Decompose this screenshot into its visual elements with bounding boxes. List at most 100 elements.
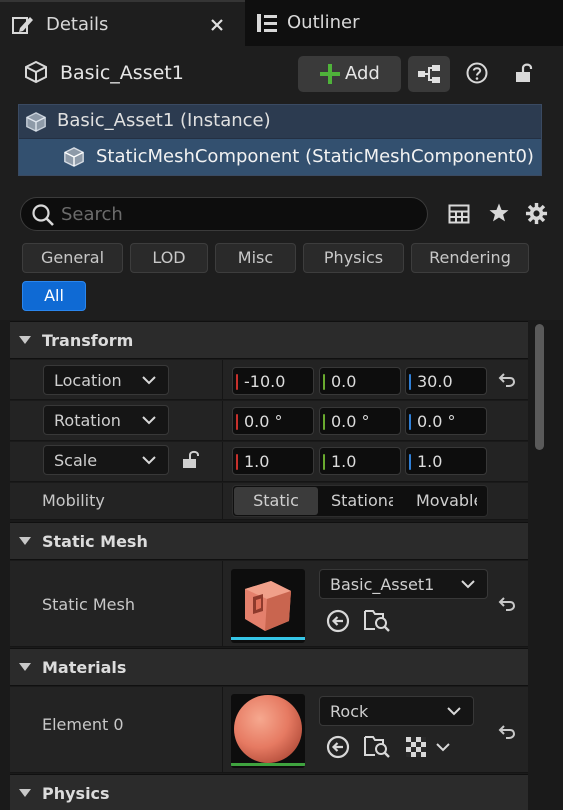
filter-all[interactable]: All — [22, 281, 86, 311]
search-box[interactable] — [20, 197, 428, 231]
table-view-icon[interactable] — [448, 203, 470, 225]
location-z-field[interactable]: 30.0 — [405, 367, 487, 395]
scale-x-field[interactable]: 1.0 — [232, 447, 314, 475]
unlock-icon[interactable] — [181, 450, 203, 470]
column-divider — [222, 360, 223, 399]
cube-icon — [25, 111, 47, 133]
scale-y-field[interactable]: 1.0 — [319, 447, 401, 475]
category-transform[interactable]: Transform — [10, 321, 528, 359]
filter-lod[interactable]: LOD — [130, 243, 208, 273]
x-axis-marker — [236, 374, 238, 390]
browse-asset-icon[interactable] — [363, 607, 391, 633]
collapse-icon — [19, 789, 31, 797]
scale-label: Scale — [54, 451, 98, 470]
mobility-movable-option[interactable]: Movable — [416, 486, 477, 516]
mobility-selector: Static Stationary Movable — [232, 485, 488, 517]
location-y-value: 0.0 — [331, 372, 357, 391]
plus-icon — [320, 64, 340, 84]
filter-misc[interactable]: Misc — [215, 243, 296, 273]
y-axis-marker — [323, 374, 325, 390]
chevron-down-icon — [142, 456, 156, 465]
tree-item-instance-label: Basic_Asset1 (Instance) — [57, 110, 271, 131]
rotation-x-value: 0.0 ° — [244, 412, 283, 431]
reset-to-default-icon[interactable] — [498, 372, 516, 388]
lock-icon[interactable] — [514, 62, 536, 84]
location-x-value: -10.0 — [244, 372, 286, 391]
filter-physics[interactable]: Physics — [303, 243, 404, 273]
use-selected-asset-icon[interactable] — [326, 735, 350, 759]
chevron-down-icon — [142, 376, 156, 385]
location-x-field[interactable]: -10.0 — [232, 367, 314, 395]
material-asset-name: Rock — [330, 702, 369, 721]
use-selected-asset-icon[interactable] — [326, 609, 350, 633]
scale-z-field[interactable]: 1.0 — [405, 447, 487, 475]
reset-to-default-icon[interactable] — [498, 596, 516, 612]
chevron-down-icon — [447, 707, 461, 716]
column-divider — [222, 442, 223, 481]
scale-z-value: 1.0 — [417, 452, 443, 471]
category-static-mesh[interactable]: Static Mesh — [10, 522, 528, 560]
rotation-z-field[interactable]: 0.0 ° — [405, 407, 487, 435]
search-input[interactable] — [61, 202, 411, 226]
material-thumbnail[interactable] — [231, 694, 305, 768]
location-y-field[interactable]: 0.0 — [319, 367, 401, 395]
hierarchy-icon — [417, 64, 441, 84]
chevron-down-icon — [461, 580, 475, 589]
star-icon[interactable] — [488, 202, 510, 224]
z-axis-marker — [409, 414, 411, 430]
chevron-down-icon[interactable] — [436, 743, 450, 752]
rotation-mode-dropdown[interactable]: Rotation — [43, 405, 169, 435]
location-mode-dropdown[interactable]: Location — [43, 365, 169, 395]
rotation-y-field[interactable]: 0.0 ° — [319, 407, 401, 435]
scrollbar-thumb[interactable] — [535, 324, 544, 450]
mobility-static-option[interactable]: Static — [234, 487, 318, 515]
static-mesh-thumbnail[interactable] — [231, 569, 305, 643]
z-axis-marker — [409, 454, 411, 470]
z-axis-marker — [409, 374, 411, 390]
blueprint-button[interactable] — [408, 56, 450, 92]
rotation-y-value: 0.0 ° — [331, 412, 370, 431]
asset-title: Basic_Asset1 — [60, 62, 184, 84]
mobility-stationary-option[interactable]: Stationary — [331, 486, 393, 516]
outliner-icon — [256, 13, 278, 33]
tree-item-component[interactable]: StaticMeshComponent (StaticMeshComponent… — [19, 139, 541, 175]
scale-y-value: 1.0 — [331, 452, 357, 471]
rotation-x-field[interactable]: 0.0 ° — [232, 407, 314, 435]
reset-to-default-icon[interactable] — [498, 724, 516, 740]
category-physics[interactable]: Physics — [10, 774, 528, 810]
tab-details[interactable]: Details — [0, 0, 245, 46]
chevron-down-icon — [142, 416, 156, 425]
gear-icon[interactable] — [525, 202, 548, 225]
location-z-value: 30.0 — [417, 372, 453, 391]
column-divider — [222, 483, 223, 519]
search-icon — [31, 203, 55, 227]
tree-item-instance[interactable]: Basic_Asset1 (Instance) — [19, 105, 541, 138]
tab-outliner-label: Outliner — [287, 12, 360, 33]
collapse-icon — [19, 336, 31, 344]
category-materials-title: Materials — [42, 658, 127, 677]
category-transform-title: Transform — [42, 331, 134, 350]
rotation-label: Rotation — [54, 411, 121, 430]
static-mesh-asset-name: Basic_Asset1 — [330, 575, 435, 594]
filter-rendering[interactable]: Rendering — [411, 243, 529, 273]
tab-outliner[interactable]: Outliner — [245, 0, 563, 46]
rotation-z-value: 0.0 ° — [417, 412, 456, 431]
pencil-icon — [12, 15, 34, 35]
add-component-button[interactable]: Add — [298, 56, 401, 92]
category-physics-title: Physics — [42, 784, 110, 803]
static-mesh-asset-dropdown[interactable]: Basic_Asset1 — [319, 569, 488, 599]
checker-texture-icon[interactable] — [405, 736, 427, 758]
browse-asset-icon[interactable] — [363, 733, 391, 759]
filter-general[interactable]: General — [22, 243, 123, 273]
category-static-mesh-title: Static Mesh — [42, 532, 148, 551]
help-icon[interactable] — [466, 62, 488, 84]
location-label: Location — [54, 371, 122, 390]
close-icon[interactable] — [211, 19, 223, 31]
material-asset-dropdown[interactable]: Rock — [319, 696, 474, 726]
column-divider — [222, 561, 223, 646]
collapse-icon — [19, 537, 31, 545]
category-materials[interactable]: Materials — [10, 648, 528, 686]
scale-mode-dropdown[interactable]: Scale — [43, 445, 169, 475]
add-label: Add — [345, 63, 380, 84]
tree-item-component-label: StaticMeshComponent (StaticMeshComponent… — [96, 146, 534, 167]
